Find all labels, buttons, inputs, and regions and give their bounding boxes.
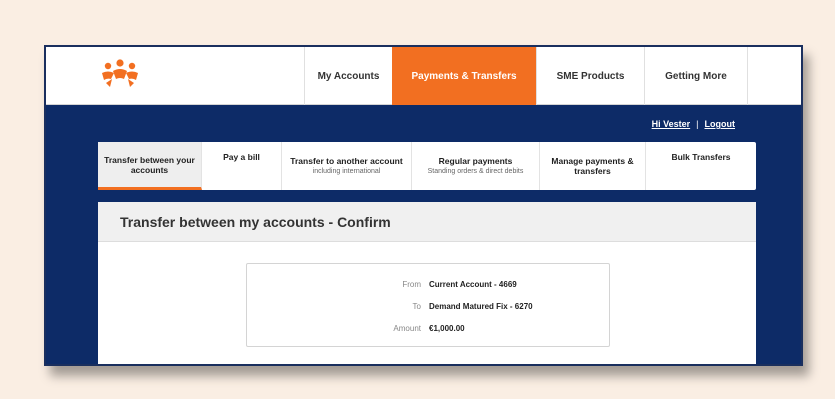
tab-manage-payments[interactable]: Manage payments & transfers [540, 142, 646, 190]
main-nav: My Accounts Payments & Transfers SME Pro… [304, 47, 748, 105]
nav-sme-products[interactable]: SME Products [536, 47, 644, 105]
tab-subtitle: Standing orders & direct debits [427, 167, 524, 175]
from-label: From [402, 280, 421, 289]
tab-regular-payments[interactable]: Regular payments Standing orders & direc… [412, 142, 540, 190]
top-bar: My Accounts Payments & Transfers SME Pro… [46, 47, 801, 105]
separator: | [696, 119, 699, 129]
tab-subtitle: including international [312, 167, 381, 175]
confirm-panel: Transfer between my accounts - Confirm F… [98, 202, 756, 364]
greeting-link[interactable]: Hi Vester [652, 119, 691, 129]
tab-title: Transfer to another account [290, 155, 403, 166]
tab-transfer-to-another-account[interactable]: Transfer to another account including in… [282, 142, 412, 190]
row-amount: Amount €1,000.00 [247, 324, 609, 333]
amount-label: Amount [393, 324, 421, 333]
sub-nav: Transfer between your accounts Pay a bil… [98, 142, 756, 190]
tab-title: Bulk Transfers [671, 152, 731, 162]
to-label: To [412, 302, 421, 311]
to-value: Demand Matured Fix - 6270 [429, 302, 533, 311]
app-window: My Accounts Payments & Transfers SME Pro… [44, 45, 803, 366]
nav-getting-more[interactable]: Getting More [644, 47, 748, 105]
tab-title: Transfer between your accounts [104, 154, 195, 175]
page-title: Transfer between my accounts - Confirm [98, 202, 756, 242]
from-value: Current Account - 4669 [429, 280, 517, 289]
nav-payments-transfers[interactable]: Payments & Transfers [392, 47, 536, 105]
confirm-details: From Current Account - 4669 To Demand Ma… [246, 263, 610, 347]
row-to: To Demand Matured Fix - 6270 [247, 302, 609, 311]
tab-transfer-between-accounts[interactable]: Transfer between your accounts [98, 142, 202, 190]
tab-pay-a-bill[interactable]: Pay a bill [202, 142, 282, 190]
tab-title: Regular payments [438, 155, 513, 166]
logout-link[interactable]: Logout [705, 119, 736, 129]
row-from: From Current Account - 4669 [247, 280, 609, 289]
bank-logo-icon[interactable] [98, 57, 142, 91]
tab-bulk-transfers[interactable]: Bulk Transfers [646, 142, 756, 190]
amount-value: €1,000.00 [429, 324, 465, 333]
nav-my-accounts[interactable]: My Accounts [304, 47, 392, 105]
tab-title: Manage payments & transfers [551, 156, 634, 176]
tab-title: Pay a bill [223, 152, 260, 162]
user-links: Hi Vester | Logout [652, 119, 735, 129]
